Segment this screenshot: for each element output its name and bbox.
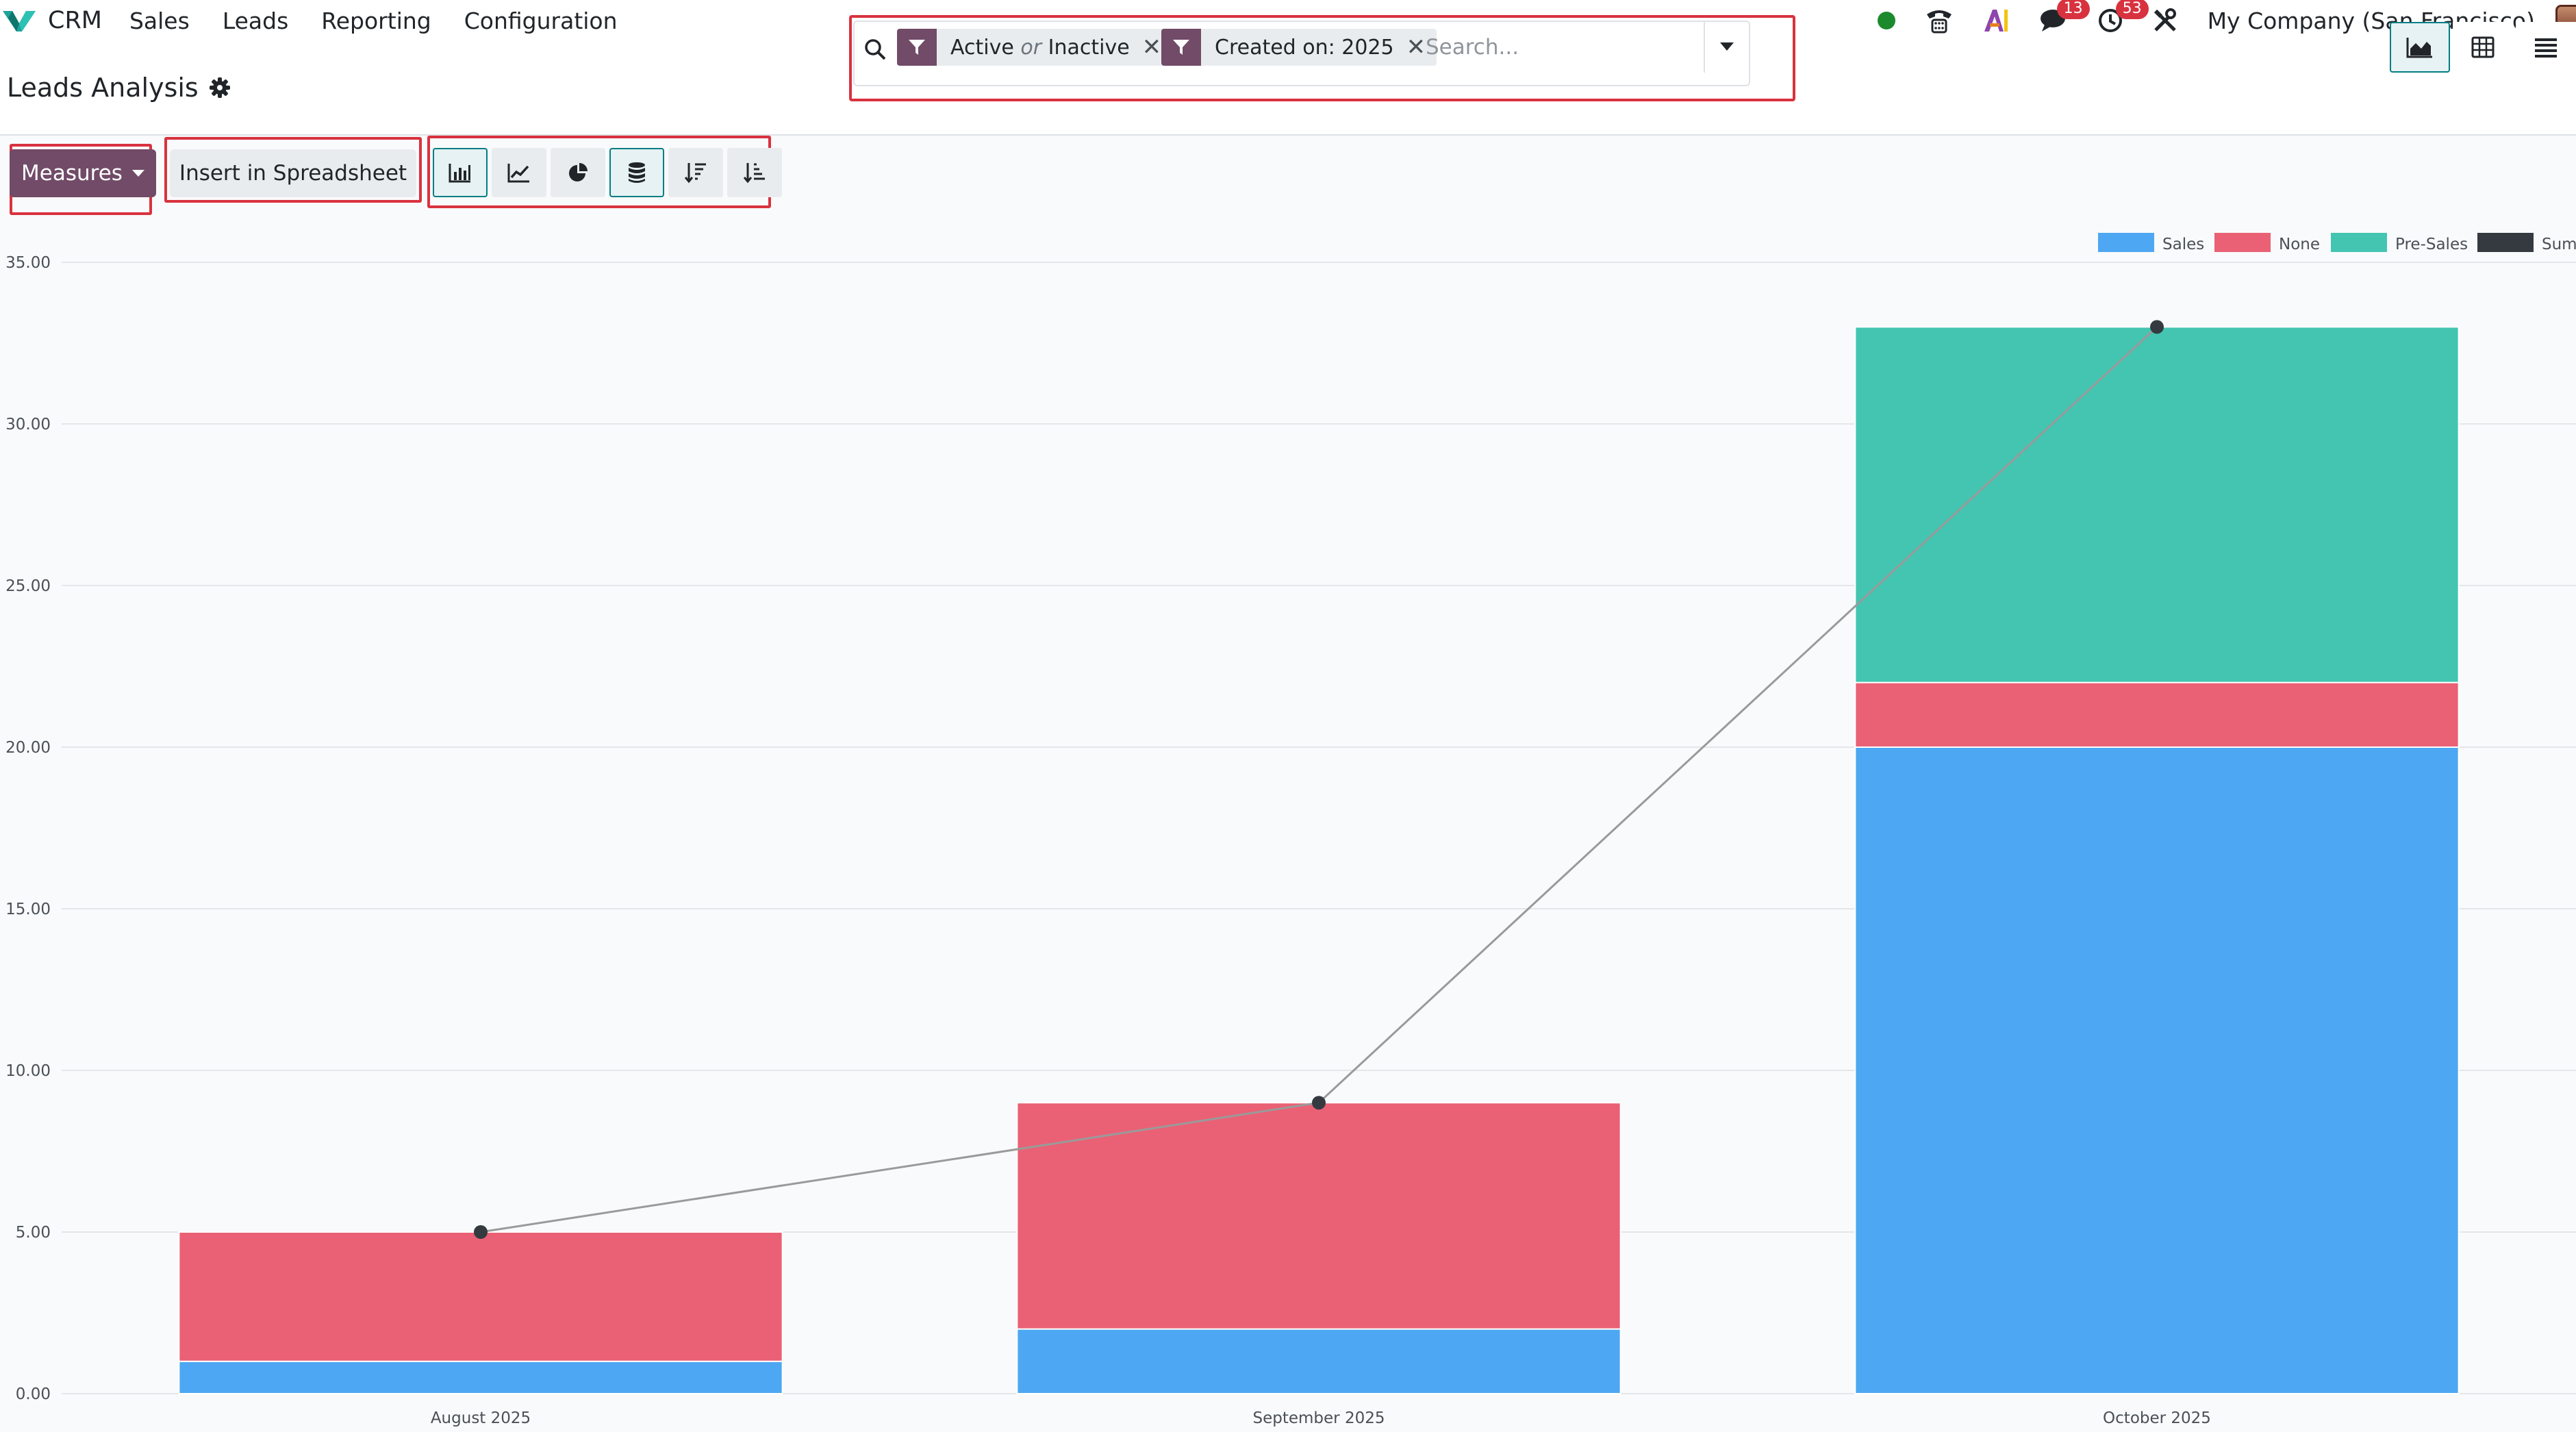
app-brand[interactable]: CRM xyxy=(3,7,102,34)
filter-icon xyxy=(897,29,937,66)
activities-button[interactable]: 53 xyxy=(2098,0,2149,33)
search-icon xyxy=(865,39,886,60)
page-title-text: Leads Analysis xyxy=(7,73,199,103)
ai-button[interactable] xyxy=(1983,8,2009,33)
facet-active-part2: Inactive xyxy=(1048,35,1130,60)
activities-count-badge: 53 xyxy=(2115,0,2149,19)
table-icon xyxy=(2471,36,2495,58)
facet-created-value: Created on: 2025 xyxy=(1215,35,1394,60)
voip-button[interactable] xyxy=(1925,8,1953,34)
bar-segment xyxy=(1016,1328,1621,1394)
legend-swatch xyxy=(2331,233,2387,252)
facet-active-part1: Active xyxy=(950,35,1014,60)
legend-label: Sales xyxy=(2162,236,2204,253)
bar-segment xyxy=(1854,681,2460,748)
bar-chart-button[interactable] xyxy=(433,148,488,197)
search-input[interactable] xyxy=(1426,29,1700,66)
line-chart-icon xyxy=(507,164,529,183)
y-tick-label: 5.00 xyxy=(16,1224,51,1242)
menu-reporting[interactable]: Reporting xyxy=(321,8,431,34)
y-tick-label: 30.00 xyxy=(5,416,51,434)
sum-point xyxy=(2150,320,2164,334)
measures-label: Measures xyxy=(21,161,123,186)
gear-icon[interactable] xyxy=(209,77,230,98)
spreadsheet-label: Insert in Spreadsheet xyxy=(179,161,407,186)
view-switcher xyxy=(2387,22,2576,73)
legend-label: Pre-Sales xyxy=(2395,236,2468,253)
messages-count-badge: 13 xyxy=(2056,0,2090,19)
sort-descending-icon xyxy=(684,163,706,184)
tools-icon xyxy=(2154,8,2176,32)
app-name: CRM xyxy=(48,7,102,34)
x-tick-label: August 2025 xyxy=(431,1409,531,1427)
bar-segment xyxy=(1854,326,2460,683)
presence-status[interactable] xyxy=(1877,12,1895,29)
y-tick-label: 10.00 xyxy=(5,1062,51,1080)
y-tick-label: 20.00 xyxy=(5,739,51,757)
facet-active-filter: Active or Inactive ✕ xyxy=(897,29,1173,66)
graph-view: 0.00 5.00 10.00 15.00 20.00 25.00 30.00 35.00 Au… xyxy=(0,219,2576,1432)
facet-or-connector: or xyxy=(1020,35,1042,60)
crm-logo-icon xyxy=(3,11,36,32)
insert-in-spreadsheet-button[interactable]: Insert in Spreadsheet xyxy=(170,149,416,197)
legend-swatch xyxy=(2098,233,2154,252)
legend-swatch xyxy=(2477,233,2534,252)
view-graph-button[interactable] xyxy=(2390,22,2450,73)
search-bar[interactable]: Active or Inactive ✕ Created on: 2025 ✕ xyxy=(853,21,1750,86)
bar-segment xyxy=(1016,1102,1621,1330)
stacked-bar-chart: 0.00 5.00 10.00 15.00 20.00 25.00 30.00 35.00 Au… xyxy=(5,233,2576,1427)
ai-icon xyxy=(1984,10,2008,32)
main-menu: Sales Leads Reporting Configuration xyxy=(129,8,651,34)
filter-icon xyxy=(1161,29,1201,66)
list-icon xyxy=(2535,38,2557,58)
view-pivot-button[interactable] xyxy=(2453,22,2513,73)
y-tick-label: 25.00 xyxy=(5,577,51,595)
pie-chart-icon xyxy=(569,163,588,181)
bar-chart-icon xyxy=(449,164,470,183)
stacked-button[interactable] xyxy=(609,148,664,197)
view-list-button[interactable] xyxy=(2516,22,2576,73)
bar-segment xyxy=(178,1360,783,1395)
database-icon xyxy=(629,162,645,183)
facet-created-filter: Created on: 2025 ✕ xyxy=(1161,29,1437,66)
line-chart-button[interactable] xyxy=(492,148,546,197)
sort-ascending-button[interactable] xyxy=(727,148,782,197)
phone-icon xyxy=(1926,10,1952,34)
debug-tools-button[interactable] xyxy=(2153,8,2177,33)
bar-segment xyxy=(178,1231,783,1362)
caret-down-icon xyxy=(131,170,144,177)
page-title: Leads Analysis xyxy=(7,73,230,103)
sum-point xyxy=(1312,1096,1326,1110)
sort-descending-button[interactable] xyxy=(668,148,723,197)
presence-dot-icon xyxy=(1877,12,1895,29)
menu-leads[interactable]: Leads xyxy=(223,8,288,34)
x-tick-label: October 2025 xyxy=(2103,1409,2211,1427)
x-tick-label: September 2025 xyxy=(1253,1409,1385,1427)
menu-configuration[interactable]: Configuration xyxy=(464,8,618,34)
legend-label: None xyxy=(2279,236,2320,253)
y-tick-label: 15.00 xyxy=(5,901,51,918)
bar-segment xyxy=(1854,746,2460,1394)
y-tick-label: 0.00 xyxy=(16,1385,51,1403)
area-chart-icon xyxy=(2406,38,2432,58)
pie-chart-button[interactable] xyxy=(551,148,605,197)
menu-sales[interactable]: Sales xyxy=(129,8,190,34)
y-tick-label: 35.00 xyxy=(5,254,51,272)
facet-active-value: Active or Inactive xyxy=(937,36,1142,60)
sort-ascending-icon xyxy=(743,163,765,184)
measures-dropdown-button[interactable]: Measures xyxy=(10,149,156,197)
search-panel-toggle[interactable] xyxy=(1704,22,1749,73)
legend-swatch xyxy=(2214,233,2271,252)
messages-button[interactable]: 13 xyxy=(2039,0,2090,33)
legend-label: Sum xyxy=(2542,236,2576,253)
chart-options-group xyxy=(433,148,786,197)
caret-down-icon xyxy=(1720,42,1734,51)
sum-point xyxy=(474,1225,488,1239)
